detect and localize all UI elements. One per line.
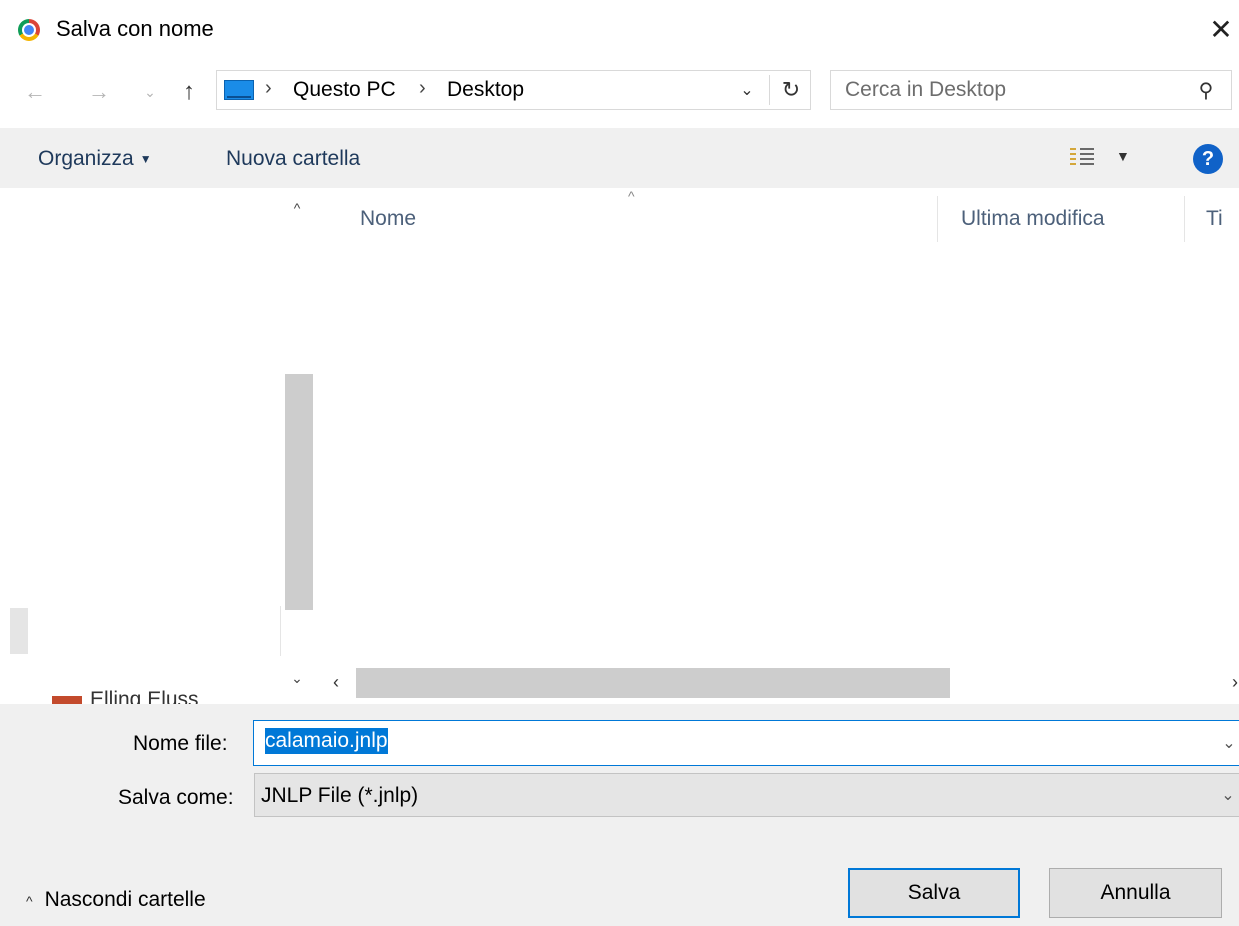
hide-folders-button[interactable]: ^ Nascondi cartelle [26, 888, 206, 912]
navigation-pane[interactable]: ^ ⌄ Elling Eluss [0, 188, 316, 704]
search-input[interactable] [845, 77, 1165, 103]
filename-input[interactable]: calamaio.jnlp ⌄ [253, 720, 1239, 766]
chevron-down-icon[interactable]: ⌄ [1218, 731, 1239, 755]
breadcrumb-separator[interactable]: › [419, 77, 426, 100]
filename-value[interactable]: calamaio.jnlp [265, 728, 388, 754]
nav-item-label: Elling Eluss [90, 688, 199, 704]
filetype-select[interactable]: JNLP File (*.jnlp) ⌄ [254, 773, 1239, 817]
organize-label: Organizza [38, 147, 134, 170]
divider [769, 75, 770, 105]
chevron-down-icon[interactable]: ⌄ [735, 77, 759, 103]
filetype-label: Salva come: [118, 786, 234, 809]
organize-button[interactable]: Organizza ▼ [38, 147, 152, 171]
divider [280, 606, 281, 656]
scroll-down-icon[interactable]: ⌄ [285, 668, 309, 688]
chevron-up-icon: ^ [26, 893, 33, 909]
address-bar[interactable]: › Questo PC › Desktop ⌄ ↻ [216, 70, 811, 110]
caret-down-icon: ▼ [139, 152, 152, 167]
details-view-icon [1070, 148, 1094, 168]
file-list[interactable]: ^ Nome Ultima modifica Ti ‹ › [318, 188, 1239, 704]
hide-folders-label: Nascondi cartelle [44, 888, 206, 911]
save-panel: Nome file: calamaio.jnlp ⌄ Salva come: J… [0, 704, 1239, 926]
chrome-icon [18, 19, 40, 41]
column-divider[interactable] [1184, 196, 1185, 242]
column-header-name[interactable]: Nome [360, 207, 416, 231]
search-icon[interactable]: ⚲ [1191, 77, 1221, 103]
forward-arrow-icon[interactable]: → [84, 76, 114, 108]
close-icon[interactable]: ✕ [1208, 14, 1234, 45]
title-bar: Salva con nome ✕ [0, 0, 1239, 58]
chevron-down-icon[interactable]: ⌄ [1217, 783, 1239, 807]
this-pc-icon [224, 80, 254, 100]
vertical-scrollbar-thumb[interactable] [285, 374, 313, 610]
horizontal-scrollbar-thumb[interactable] [356, 668, 950, 698]
view-caret-down-icon[interactable]: ▼ [1116, 148, 1130, 164]
breadcrumb-this-pc[interactable]: Questo PC [293, 78, 396, 102]
scroll-left-icon[interactable]: ‹ [326, 670, 346, 694]
help-icon[interactable]: ? [1193, 144, 1223, 174]
scroll-up-icon[interactable]: ^ [285, 198, 309, 218]
column-divider[interactable] [937, 196, 938, 242]
sort-ascending-icon: ^ [628, 188, 635, 204]
refresh-icon[interactable]: ↻ [777, 75, 805, 105]
window-title: Salva con nome [56, 16, 214, 41]
breadcrumb-separator[interactable]: › [265, 77, 272, 100]
recent-locations-chevron-icon[interactable]: ⌄ [140, 76, 160, 108]
nav-item-selection[interactable] [10, 608, 28, 654]
view-options-button[interactable] [1068, 146, 1098, 170]
nav-item-partial[interactable]: Elling Eluss [52, 684, 252, 704]
column-header-type[interactable]: Ti [1206, 207, 1239, 231]
cancel-button[interactable]: Annulla [1049, 868, 1222, 918]
library-icon [52, 696, 82, 704]
toolbar: Organizza ▼ Nuova cartella ▼ ? [0, 128, 1239, 188]
up-arrow-icon[interactable]: ↑ [176, 76, 202, 108]
back-arrow-icon[interactable]: ← [20, 76, 50, 108]
scroll-right-icon[interactable]: › [1228, 670, 1239, 694]
column-header-modified[interactable]: Ultima modifica [961, 207, 1105, 231]
filetype-value: JNLP File (*.jnlp) [261, 784, 419, 807]
new-folder-button[interactable]: Nuova cartella [226, 147, 360, 171]
search-box[interactable]: ⚲ [830, 70, 1232, 110]
filename-label: Nome file: [133, 732, 228, 755]
breadcrumb-desktop[interactable]: Desktop [447, 78, 524, 102]
save-button[interactable]: Salva [848, 868, 1020, 918]
